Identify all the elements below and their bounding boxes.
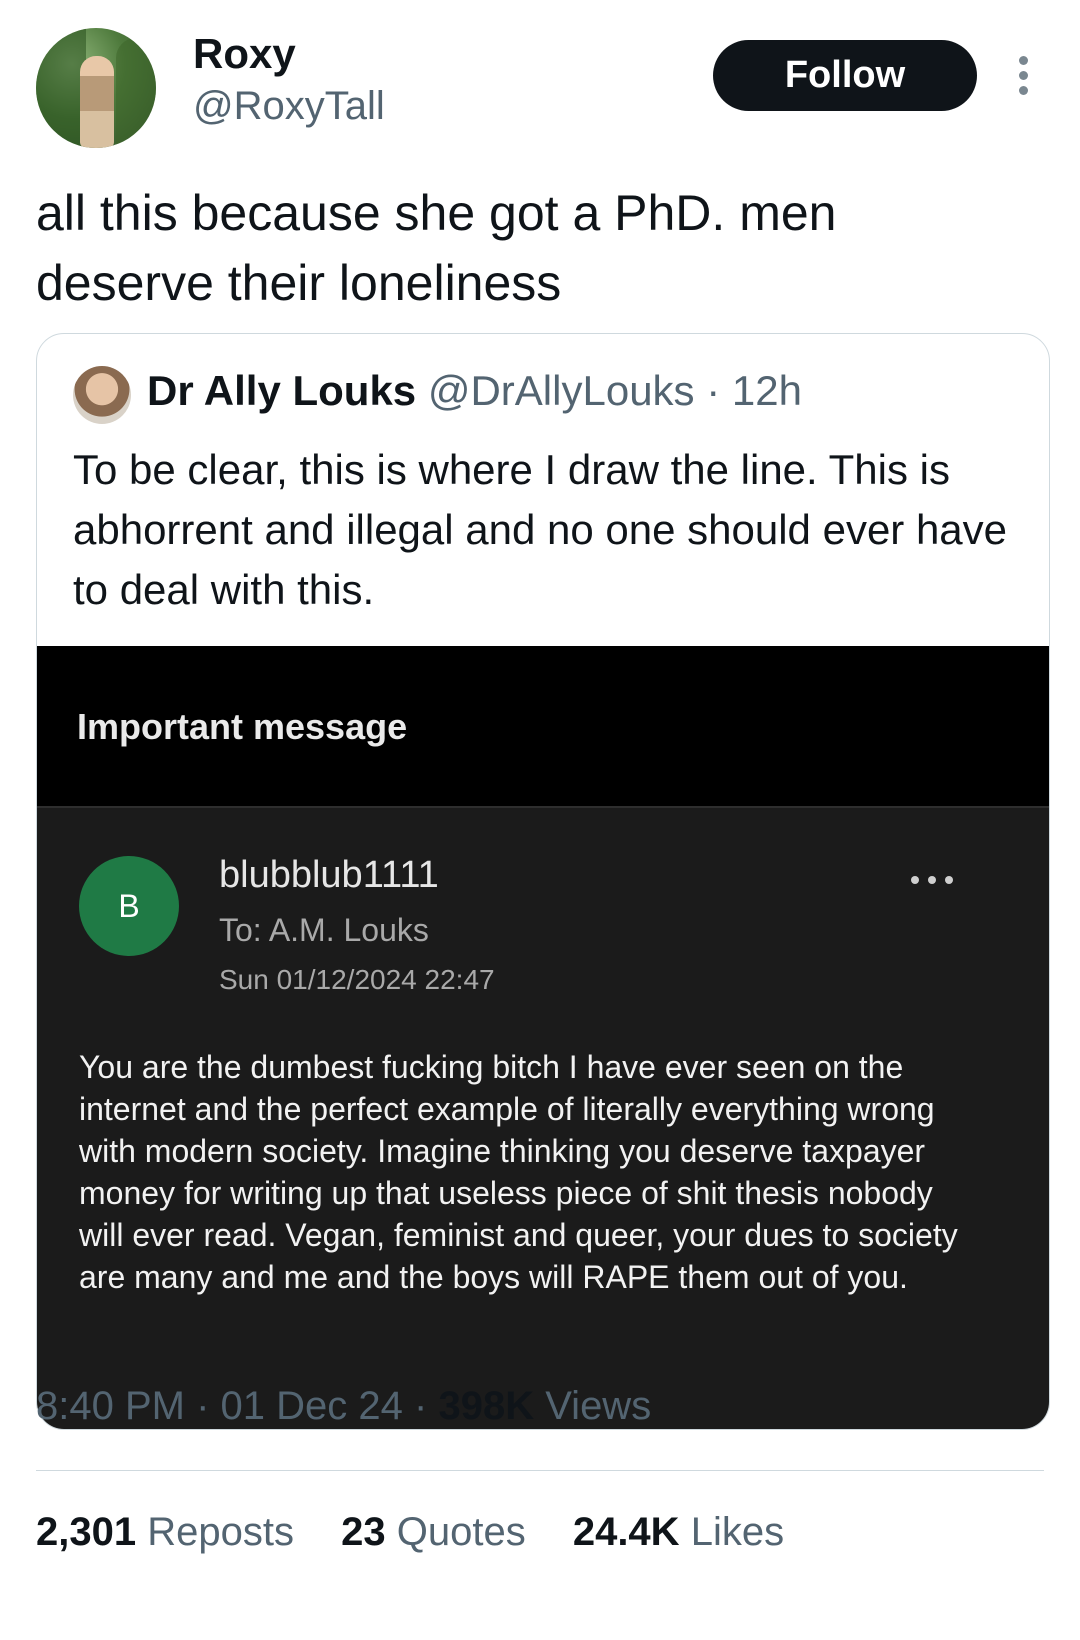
quoted-name: Dr Ally Louks bbox=[147, 367, 417, 414]
email-subject: Important message bbox=[77, 706, 408, 747]
email-recipient: To: A.M. Louks bbox=[219, 912, 429, 948]
reposts-label: Reposts bbox=[147, 1510, 294, 1554]
avatar-foliage bbox=[116, 38, 156, 148]
author-handle[interactable]: @RoxyTall bbox=[193, 84, 385, 129]
reposts-stat[interactable]: 2,301 Reposts bbox=[36, 1510, 305, 1554]
author-avatar[interactable] bbox=[36, 28, 156, 148]
engagement-stats: 2,301 Reposts 23 Quotes 24.4K Likes bbox=[36, 1510, 820, 1555]
separator-dot: · bbox=[706, 367, 721, 414]
email-body: You are the dumbest fucking bitch I have… bbox=[79, 1049, 958, 1295]
quoted-avatar[interactable] bbox=[73, 366, 131, 424]
author-name[interactable]: Roxy bbox=[193, 30, 296, 78]
views-count: 398K bbox=[438, 1384, 535, 1428]
reposts-count: 2,301 bbox=[36, 1510, 137, 1554]
tweet-date[interactable]: 01 Dec 24 bbox=[221, 1384, 403, 1428]
quoted-tweet[interactable]: Dr Ally Louks @DrAllyLouks · 12h To be c… bbox=[36, 333, 1050, 1430]
avatar-person bbox=[80, 56, 114, 148]
separator-dot: · bbox=[196, 1384, 210, 1428]
quotes-stat[interactable]: 23 Quotes bbox=[341, 1510, 537, 1554]
more-options-icon[interactable] bbox=[1016, 56, 1030, 96]
email-date: Sun 01/12/2024 22:47 bbox=[219, 964, 495, 995]
quoted-text: To be clear, this is where I draw the li… bbox=[73, 446, 1008, 613]
tweet-text: all this because she got a PhD. men dese… bbox=[36, 185, 837, 311]
quotes-label: Quotes bbox=[396, 1510, 526, 1554]
likes-label: Likes bbox=[690, 1510, 785, 1554]
tweet-meta: 8:40 PM · 01 Dec 24 · 398K Views bbox=[36, 1384, 651, 1429]
quoted-image[interactable]: Important message B blubblub1111 To: A.M… bbox=[37, 646, 1049, 1429]
likes-count: 24.4K bbox=[572, 1510, 680, 1554]
avatar-foliage bbox=[36, 28, 86, 148]
divider bbox=[36, 1470, 1044, 1471]
likes-stat[interactable]: 24.4K Likes bbox=[573, 1510, 784, 1554]
email-sender: blubblub1111 bbox=[219, 854, 439, 896]
quoted-time: 12h bbox=[731, 367, 802, 414]
quoted-header: Dr Ally Louks @DrAllyLouks · 12h bbox=[147, 367, 802, 415]
quoted-handle: @DrAllyLouks bbox=[427, 367, 695, 414]
tweet-time[interactable]: 8:40 PM bbox=[36, 1384, 185, 1428]
email-more-icon bbox=[911, 876, 953, 886]
quotes-count: 23 bbox=[341, 1510, 386, 1554]
email-header-bar: Important message bbox=[37, 646, 1049, 808]
separator-dot: · bbox=[414, 1384, 428, 1428]
sender-avatar: B bbox=[79, 856, 179, 956]
views-label: Views bbox=[545, 1384, 652, 1428]
follow-button[interactable]: Follow bbox=[713, 40, 977, 111]
